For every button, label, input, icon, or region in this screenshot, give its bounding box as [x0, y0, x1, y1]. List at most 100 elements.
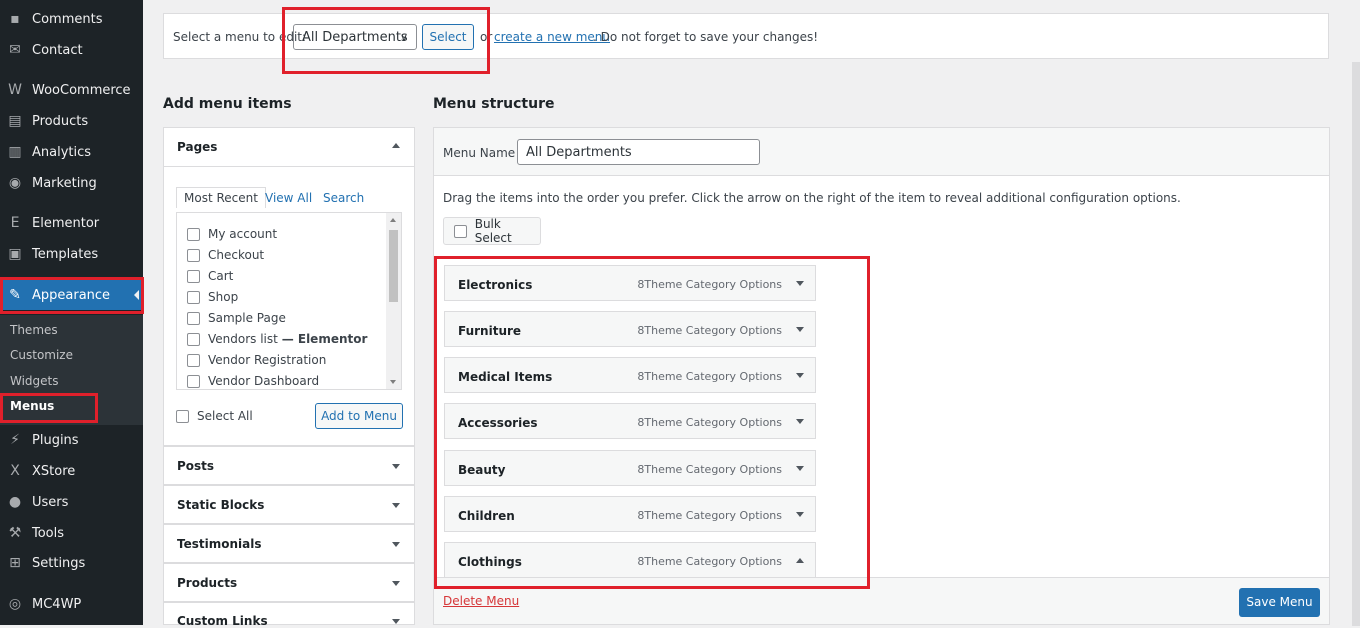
list-item[interactable]: Vendor Dashboard	[187, 374, 319, 388]
sidebar-item-products[interactable]: ▤ Products	[0, 106, 143, 136]
submenu-widgets[interactable]: Widgets	[10, 374, 59, 388]
plug-icon: ⚡	[10, 432, 20, 448]
sidebar-item-label: WooCommerce	[32, 82, 131, 98]
page-scroll-thumb[interactable]	[1352, 62, 1360, 626]
menu-item-beauty[interactable]: Beauty 8Theme Category Options	[444, 450, 816, 486]
expand-arrow-icon[interactable]	[392, 503, 400, 508]
sidebar-item-templates[interactable]: ▣ Templates	[0, 239, 143, 269]
custom-links-title: Custom Links	[177, 614, 268, 628]
testimonials-title: Testimonials	[177, 537, 262, 551]
list-item[interactable]: Vendors list — Elementor	[187, 332, 367, 346]
menu-item-clothings[interactable]: Clothings 8Theme Category Options	[444, 542, 816, 578]
pages-panel: Pages Most Recent View All Search My acc…	[163, 127, 415, 446]
sidebar-item-analytics[interactable]: ▥ Analytics	[0, 137, 143, 167]
menu-name-input[interactable]: All Departments	[517, 139, 760, 165]
item-toggle-icon[interactable]	[796, 373, 804, 378]
bulk-checkbox[interactable]	[454, 224, 467, 238]
products-panel[interactable]: Products	[163, 563, 415, 602]
checkbox[interactable]	[187, 227, 200, 241]
add-to-menu-button[interactable]: Add to Menu	[315, 403, 403, 429]
item-toggle-icon[interactable]	[796, 281, 804, 286]
list-item[interactable]: Shop	[187, 290, 238, 304]
checkbox[interactable]	[187, 311, 200, 325]
sidebar-item-plugins[interactable]: ⚡ Plugins	[0, 425, 143, 455]
expand-arrow-icon[interactable]	[392, 619, 400, 624]
submenu-menus[interactable]: Menus	[10, 399, 54, 413]
list-item[interactable]: Sample Page	[187, 311, 286, 325]
save-reminder-text: . Do not forget to save your changes!	[593, 30, 819, 44]
checkbox[interactable]	[187, 332, 200, 346]
sidebar-item-woocommerce[interactable]: W WooCommerce	[0, 75, 143, 105]
menu-item-electronics[interactable]: Electronics 8Theme Category Options	[444, 265, 816, 301]
item-toggle-icon[interactable]	[796, 419, 804, 424]
scroll-thumb[interactable]	[389, 230, 398, 302]
list-item[interactable]: My account	[187, 227, 277, 241]
pages-title[interactable]: Pages	[177, 140, 217, 154]
tab-search[interactable]: Search	[323, 191, 364, 205]
checkbox[interactable]	[187, 248, 200, 262]
products-title: Products	[177, 576, 238, 590]
static-blocks-panel[interactable]: Static Blocks	[163, 485, 415, 524]
select-button[interactable]: Select	[422, 24, 474, 50]
sidebar-item-mc4wp[interactable]: ◎ MC4WP	[0, 589, 143, 619]
item-toggle-icon[interactable]	[796, 558, 804, 563]
scroll-down-icon[interactable]	[390, 380, 396, 384]
settings-icon: ⊞	[9, 555, 21, 571]
or-text: or	[480, 30, 493, 44]
sidebar-item-users[interactable]: ● Users	[0, 487, 143, 517]
submenu-themes[interactable]: Themes	[10, 323, 58, 337]
expand-arrow-icon[interactable]	[392, 581, 400, 586]
list-item[interactable]: Checkout	[187, 248, 264, 262]
page-scrollbar[interactable]	[1330, 0, 1360, 626]
testimonials-panel[interactable]: Testimonials	[163, 524, 415, 563]
list-scrollbar[interactable]	[386, 213, 401, 389]
sidebar-item-xstore[interactable]: X XStore	[0, 456, 143, 486]
checkbox[interactable]	[187, 269, 200, 283]
sidebar-item-tools[interactable]: ⚒ Tools	[0, 518, 143, 548]
checkbox[interactable]	[187, 353, 200, 367]
admin-sidebar: ▪ Comments ✉ Contact W WooCommerce ▤ Product…	[0, 0, 143, 625]
sidebar-item-marketing[interactable]: ◉ Marketing	[0, 168, 143, 198]
sidebar-item-comments[interactable]: ▪ Comments	[0, 4, 143, 34]
pages-checklist: My account Checkout Cart Shop Sample Pag…	[176, 212, 402, 390]
list-item[interactable]: Vendor Registration	[187, 353, 326, 367]
item-toggle-icon[interactable]	[796, 512, 804, 517]
comment-icon: ▪	[10, 11, 20, 27]
tab-view-all[interactable]: View All	[265, 191, 312, 205]
submenu-customize[interactable]: Customize	[10, 348, 73, 362]
sidebar-item-label: MC4WP	[32, 596, 82, 612]
checkbox[interactable]	[187, 374, 200, 388]
save-menu-button[interactable]: Save Menu	[1239, 588, 1320, 617]
tab-most-recent[interactable]: Most Recent	[176, 187, 266, 208]
xstore-icon: X	[10, 463, 20, 479]
paintbrush-icon: ✎	[9, 287, 21, 303]
sidebar-item-label: Products	[32, 113, 89, 129]
sidebar-item-contact[interactable]: ✉ Contact	[0, 35, 143, 65]
list-item[interactable]: Cart	[187, 269, 233, 283]
scroll-up-icon[interactable]	[390, 218, 396, 222]
current-arrow-icon	[134, 290, 139, 300]
item-toggle-icon[interactable]	[796, 327, 804, 332]
menu-item-children[interactable]: Children 8Theme Category Options	[444, 496, 816, 532]
item-toggle-icon[interactable]	[796, 466, 804, 471]
static-blocks-title: Static Blocks	[177, 498, 265, 512]
sidebar-item-settings[interactable]: ⊞ Settings	[0, 548, 143, 578]
select-all[interactable]: Select All	[176, 409, 253, 423]
bulk-select-button[interactable]: Bulk Select	[443, 217, 541, 245]
menu-item-furniture[interactable]: Furniture 8Theme Category Options	[444, 311, 816, 347]
select-all-checkbox[interactable]	[176, 409, 189, 423]
menu-select-dropdown[interactable]: All Departments ∨	[293, 24, 417, 50]
collapse-arrow-icon[interactable]	[392, 143, 400, 148]
menu-item-medical-items[interactable]: Medical Items 8Theme Category Options	[444, 357, 816, 393]
sidebar-item-elementor[interactable]: E Elementor	[0, 208, 143, 238]
menu-item-accessories[interactable]: Accessories 8Theme Category Options	[444, 403, 816, 439]
expand-arrow-icon[interactable]	[392, 464, 400, 469]
posts-panel[interactable]: Posts	[163, 446, 415, 485]
folder-icon: ▣	[8, 246, 22, 262]
checkbox[interactable]	[187, 290, 200, 304]
custom-links-panel[interactable]: Custom Links	[163, 602, 415, 628]
delete-menu-link[interactable]: Delete Menu	[443, 594, 519, 608]
chevron-down-icon: ∨	[399, 31, 408, 44]
sidebar-item-appearance[interactable]: ✎ Appearance	[0, 280, 143, 310]
expand-arrow-icon[interactable]	[392, 542, 400, 547]
